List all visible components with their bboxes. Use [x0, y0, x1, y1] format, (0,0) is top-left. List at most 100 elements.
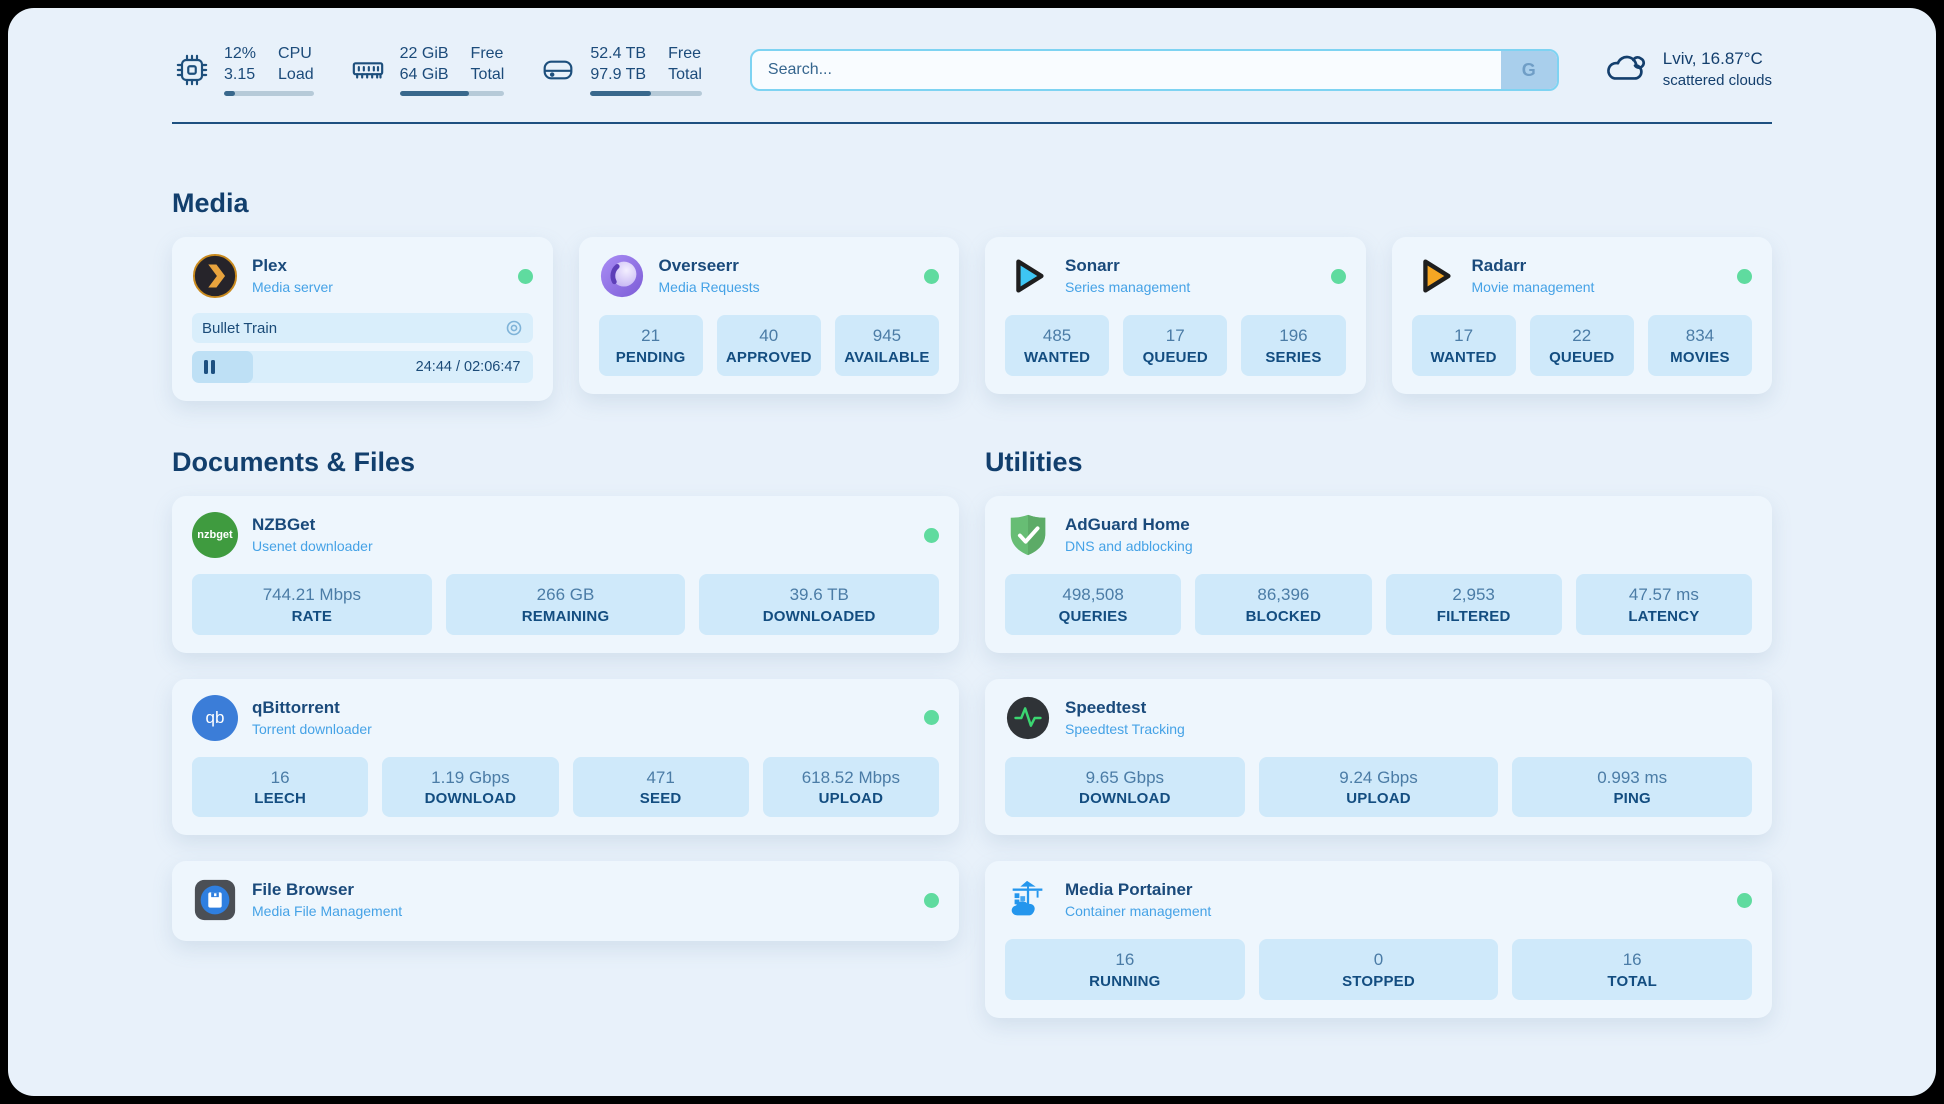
app-name: qBittorrent [252, 697, 372, 720]
bookmark-group-entertainment: Entertainment YT YouTube youtube.com NF … [1256, 1094, 1772, 1096]
stat-tile: 9.65 GbpsDOWNLOAD [1005, 757, 1245, 818]
section-title-entertainment: Entertainment [1256, 1094, 1772, 1096]
dashboard-frame: 12% 3.15 CPU Load [8, 8, 1936, 1096]
app-card-adguard[interactable]: AdGuard Home DNS and adblocking 498,508Q… [985, 496, 1772, 653]
weather-condition: scattered clouds [1663, 71, 1772, 91]
stat-tile: 47.57 msLATENCY [1576, 574, 1752, 635]
stat-tile: 22QUEUED [1530, 315, 1634, 376]
stat-tile: 196SERIES [1241, 315, 1345, 376]
top-bar: 12% 3.15 CPU Load [172, 38, 1772, 102]
app-card-qbittorrent[interactable]: qb qBittorrent Torrent downloader 16LEEC… [172, 679, 959, 836]
ram-progress-bar [400, 91, 505, 96]
ram-label-bottom: Total [471, 65, 505, 86]
utilities-column: Utilities AdGuard Home [985, 447, 1772, 1044]
radarr-icon [1412, 253, 1458, 299]
search-input[interactable] [750, 49, 1559, 91]
topbar-divider [172, 122, 1772, 124]
app-description: Series management [1065, 278, 1190, 297]
app-description: Torrent downloader [252, 720, 372, 739]
cpu-label-bottom: Load [278, 65, 314, 86]
stat-tile: 39.6 TBDOWNLOADED [699, 574, 939, 635]
stat-tile: 744.21 MbpsRATE [192, 574, 432, 635]
app-card-portainer[interactable]: Media Portainer Container management 16R… [985, 861, 1772, 1018]
ram-free-value: 22 GiB [400, 44, 449, 65]
app-card-overseerr[interactable]: Overseerr Media Requests 21PENDING 40APP… [579, 237, 960, 394]
app-name: Overseerr [659, 255, 760, 278]
app-description: Container management [1065, 902, 1211, 921]
plex-now-playing-widget: Bullet Train 24:44 / 02:06:47 [192, 313, 533, 383]
app-description: Usenet downloader [252, 537, 373, 556]
ram-icon [348, 50, 388, 90]
stat-tile: 2,953FILTERED [1386, 574, 1562, 635]
section-title-social: Social [714, 1094, 1230, 1096]
bookmark-group-social: Social LI LinkedIn linkedin.com TW Twitt… [714, 1094, 1230, 1096]
stat-tile: 16RUNNING [1005, 939, 1245, 1000]
ram-label-top: Free [471, 44, 505, 65]
app-card-plex[interactable]: Plex Media server Bullet Train [172, 237, 553, 401]
stat-tile: 945AVAILABLE [835, 315, 939, 376]
disk-progress-bar [590, 91, 702, 96]
app-name: AdGuard Home [1065, 514, 1193, 537]
stat-tile: 618.52 MbpsUPLOAD [763, 757, 939, 818]
stat-tile: 266 GBREMAINING [446, 574, 686, 635]
portainer-icon [1005, 877, 1051, 923]
app-name: NZBGet [252, 514, 373, 537]
disk-icon [538, 50, 578, 90]
cpu-stat: 12% 3.15 CPU Load [172, 44, 314, 97]
section-title-media: Media [172, 188, 1772, 219]
status-dot [924, 269, 939, 284]
section-title-documents: Documents & Files [172, 447, 959, 478]
app-card-radarr[interactable]: Radarr Movie management 17WANTED 22QUEUE… [1392, 237, 1773, 394]
filebrowser-icon [192, 877, 238, 923]
ram-total-value: 64 GiB [400, 65, 449, 86]
app-name: Speedtest [1065, 697, 1185, 720]
stat-tile: 9.24 GbpsUPLOAD [1259, 757, 1499, 818]
app-description: Media File Management [252, 902, 402, 921]
system-stats: 12% 3.15 CPU Load [172, 44, 702, 97]
status-dot [1331, 269, 1346, 284]
app-card-speedtest[interactable]: Speedtest Speedtest Tracking 9.65 GbpsDO… [985, 679, 1772, 836]
app-card-sonarr[interactable]: Sonarr Series management 485WANTED 17QUE… [985, 237, 1366, 394]
ram-stat: 22 GiB 64 GiB Free Total [348, 44, 505, 97]
disk-label-bottom: Total [668, 65, 702, 86]
cpu-load-value: 3.15 [224, 65, 256, 86]
stat-tile: 485WANTED [1005, 315, 1109, 376]
app-description: DNS and adblocking [1065, 537, 1193, 556]
pause-icon [204, 360, 216, 379]
app-name: Media Portainer [1065, 879, 1211, 902]
app-description: Speedtest Tracking [1065, 720, 1185, 739]
app-name: Radarr [1472, 255, 1595, 278]
app-description: Media server [252, 278, 333, 297]
status-dot [924, 528, 939, 543]
cloud-icon [1603, 48, 1649, 93]
app-card-nzbget[interactable]: nzbget NZBGet Usenet downloader 744.21 M… [172, 496, 959, 653]
stat-tile: 40APPROVED [717, 315, 821, 376]
cpu-label-top: CPU [278, 44, 314, 65]
status-dot [1737, 893, 1752, 908]
stat-tile: 471SEED [573, 757, 749, 818]
overseerr-icon [599, 253, 645, 299]
status-dot [924, 710, 939, 725]
search-engine-button[interactable]: G [1501, 51, 1557, 89]
stat-tile: 86,396BLOCKED [1195, 574, 1371, 635]
cpu-icon [172, 50, 212, 90]
app-card-filebrowser[interactable]: File Browser Media File Management [172, 861, 959, 941]
cpu-usage-value: 12% [224, 44, 256, 65]
stat-tile: 16LEECH [192, 757, 368, 818]
section-title-developer: Developer [172, 1094, 688, 1096]
app-name: Sonarr [1065, 255, 1190, 278]
stat-tile: 0STOPPED [1259, 939, 1499, 1000]
disk-total-value: 97.9 TB [590, 65, 646, 86]
stat-tile: 17WANTED [1412, 315, 1516, 376]
app-description: Movie management [1472, 278, 1595, 297]
sonarr-icon [1005, 253, 1051, 299]
stat-tile: 1.19 GbpsDOWNLOAD [382, 757, 558, 818]
app-description: Media Requests [659, 278, 760, 297]
media-grid: Plex Media server Bullet Train [172, 237, 1772, 401]
app-name: File Browser [252, 879, 402, 902]
cpu-progress-bar [224, 91, 314, 96]
playback-time: 24:44 / 02:06:47 [416, 351, 521, 383]
stat-tile: 0.993 msPING [1512, 757, 1752, 818]
stat-tile: 17QUEUED [1123, 315, 1227, 376]
speedtest-icon [1005, 695, 1051, 741]
